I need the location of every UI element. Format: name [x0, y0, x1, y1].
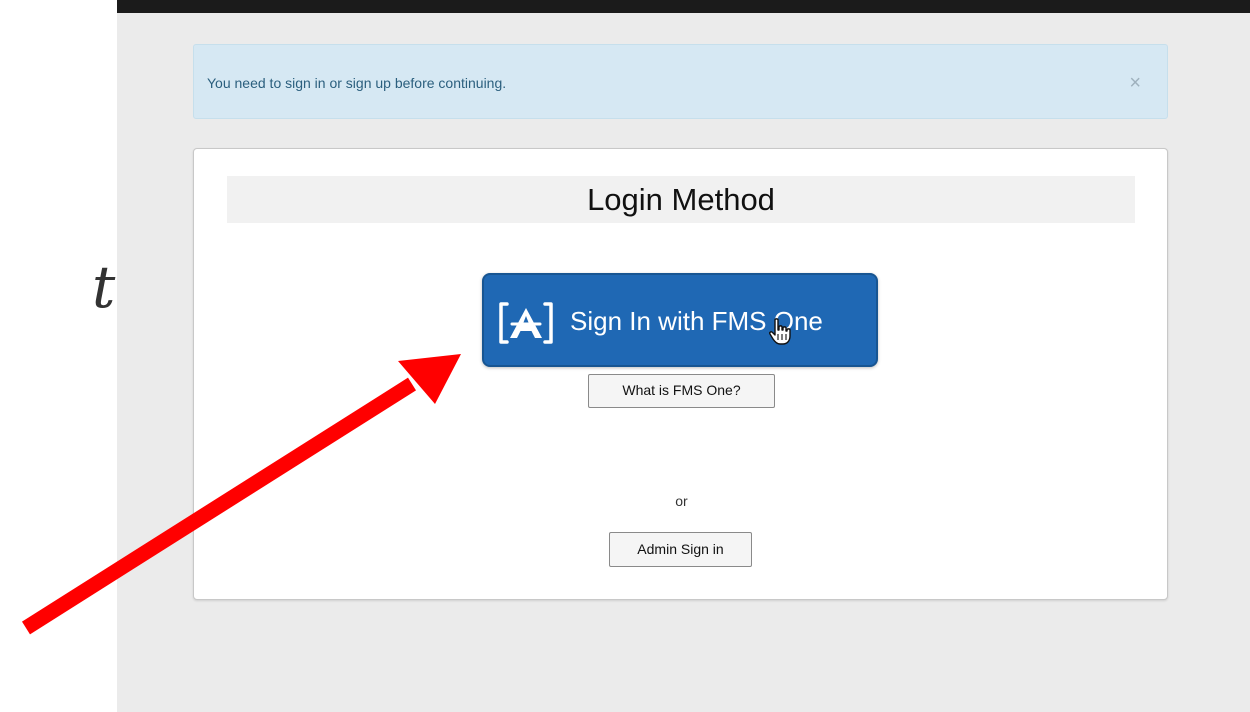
hand-pointer-icon	[769, 318, 791, 345]
alert-banner: You need to sign in or sign up before co…	[193, 44, 1168, 119]
close-icon[interactable]: ×	[1129, 73, 1141, 93]
left-margin: t	[0, 0, 117, 712]
browser-viewport: You need to sign in or sign up before co…	[117, 0, 1250, 712]
admin-sign-in-button[interactable]: Admin Sign in	[609, 532, 752, 567]
alert-message: You need to sign in or sign up before co…	[207, 75, 507, 91]
sign-in-fms-one-button[interactable]: Sign In with FMS One	[482, 273, 878, 367]
stray-glyph: t	[92, 253, 116, 321]
page-title: Login Method	[227, 176, 1135, 223]
top-bar	[117, 0, 1250, 13]
login-card: Login Method Sign In with FMS One What i…	[193, 148, 1168, 600]
fms-one-logo-icon	[499, 302, 553, 344]
or-separator: or	[675, 493, 688, 509]
what-is-fms-one-button[interactable]: What is FMS One?	[588, 374, 775, 408]
